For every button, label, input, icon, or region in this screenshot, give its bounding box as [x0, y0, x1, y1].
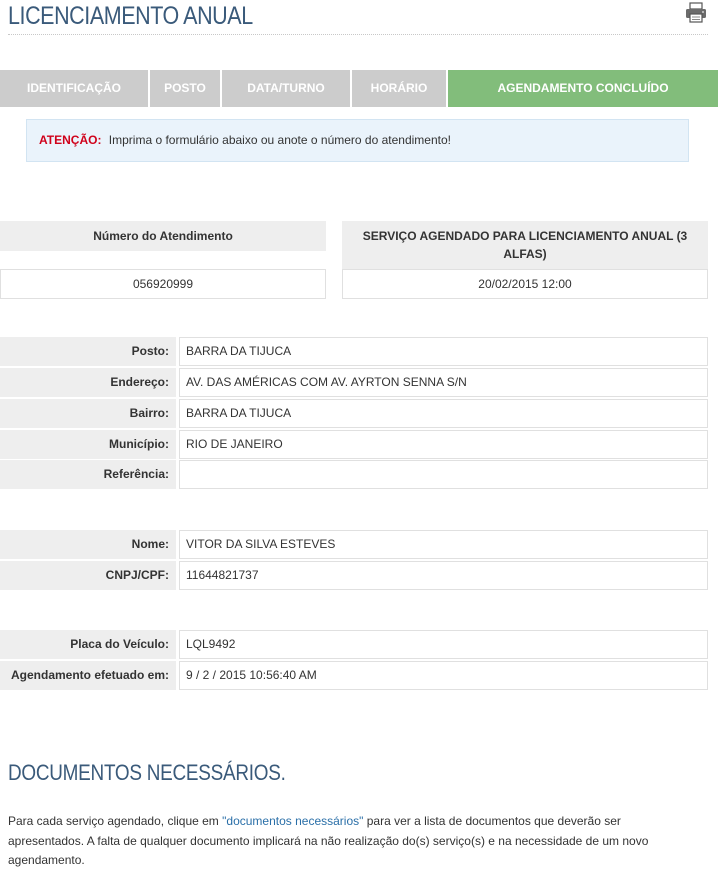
municipio-label: Município: — [0, 430, 176, 459]
title-divider — [8, 34, 708, 35]
endereco-label: Endereço: — [0, 368, 176, 397]
posto-label: Posto: — [0, 337, 176, 366]
bairro-label: Bairro: — [0, 399, 176, 428]
tab-identificacao[interactable]: IDENTIFICAÇÃO — [0, 70, 150, 107]
documents-section-title: DOCUMENTOS NECESSÁRIOS. — [8, 760, 286, 785]
municipio-value: RIO DE JANEIRO — [179, 430, 708, 459]
posto-value: BARRA DA TIJUCA — [179, 337, 708, 366]
nome-value: VITOR DA SILVA ESTEVES — [179, 530, 708, 559]
attention-alert: ATENÇÃO: Imprima o formulário abaixo ou … — [26, 119, 689, 162]
tab-posto[interactable]: POSTO — [150, 70, 222, 107]
tab-agendamento-concluido[interactable]: AGENDAMENTO CONCLUÍDO — [448, 70, 718, 107]
alert-text: Imprima o formulário abaixo ou anote o n… — [108, 133, 451, 147]
placa-value: LQL9492 — [179, 630, 708, 659]
alert-label: ATENÇÃO: — [39, 133, 102, 147]
documents-text-before: Para cada serviço agendado, clique em — [8, 814, 223, 828]
referencia-label: Referência: — [0, 460, 176, 489]
printer-icon[interactable] — [684, 2, 708, 24]
page-title: LICENCIAMENTO ANUAL — [8, 2, 253, 30]
cpf-label: CNPJ/CPF: — [0, 561, 176, 590]
attendance-number-value: 056920999 — [0, 269, 326, 299]
nome-label: Nome: — [0, 530, 176, 559]
efetuado-label: Agendamento efetuado em: — [0, 661, 176, 690]
documents-link[interactable]: "documentos necessários" — [222, 814, 363, 828]
service-datetime-value: 20/02/2015 12:00 — [342, 269, 708, 299]
attendance-number-header: Número do Atendimento — [0, 221, 326, 251]
efetuado-value: 9 / 2 / 2015 10:56:40 AM — [179, 661, 708, 690]
referencia-value — [179, 460, 708, 489]
placa-label: Placa do Veículo: — [0, 630, 176, 659]
endereco-value: AV. DAS AMÉRICAS COM AV. AYRTON SENNA S/… — [179, 368, 708, 397]
tab-data-turno[interactable]: DATA/TURNO — [222, 70, 352, 107]
service-header: SERVIÇO AGENDADO PARA LICENCIAMENTO ANUA… — [342, 221, 708, 270]
tab-horario[interactable]: HORÁRIO — [352, 70, 448, 107]
cpf-value: 11644821737 — [179, 561, 708, 590]
bairro-value: BARRA DA TIJUCA — [179, 399, 708, 428]
documents-description: Para cada serviço agendado, clique em "d… — [8, 812, 688, 871]
step-tabs: IDENTIFICAÇÃO POSTO DATA/TURNO HORÁRIO A… — [0, 70, 718, 107]
